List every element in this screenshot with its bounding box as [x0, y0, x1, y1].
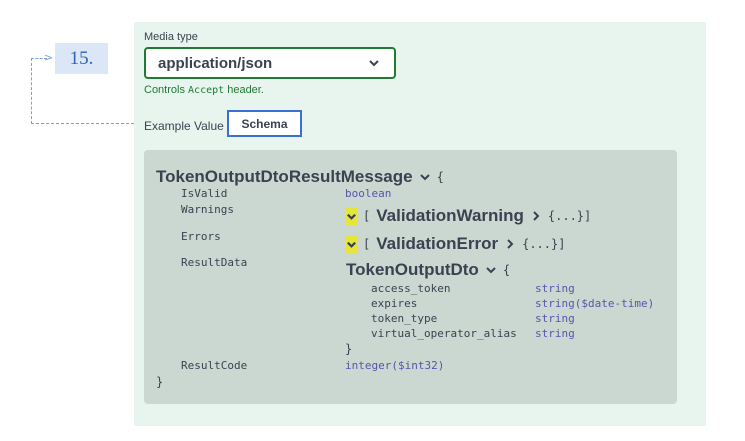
field-type-resultcode: integer($int32) — [345, 359, 445, 372]
nested-field-name-access-token: access_token — [371, 282, 451, 295]
nested-field-name-virtual-operator-alias: virtual_operator_alias — [371, 327, 517, 340]
chevron-down-icon — [347, 241, 356, 248]
model-token-output-dto: TokenOutputDto — [346, 260, 479, 279]
chevron-right-icon[interactable] — [504, 238, 516, 250]
media-type-value: application/json — [158, 54, 273, 72]
close-brace: } — [156, 375, 164, 389]
nested-field-type-expires: string($date-time) — [535, 297, 655, 310]
nested-field-type-virtual-operator-alias: string — [535, 327, 575, 340]
media-type-select[interactable]: application/json — [144, 47, 396, 79]
field-model-warnings[interactable]: [ ValidationWarning {...}] — [346, 206, 591, 226]
annotation-connector-vertical — [31, 58, 32, 124]
step-number-badge: 15. — [55, 43, 108, 74]
response-media-panel: Media type application/json Controls Acc… — [134, 22, 706, 426]
field-type-isvalid: boolean — [345, 187, 392, 200]
collapsed-object: {...}] — [522, 237, 566, 251]
chevron-down-icon — [369, 60, 379, 67]
chevron-right-icon[interactable] — [530, 210, 542, 222]
model-validation-error: ValidationError — [376, 234, 499, 253]
chevron-down-icon[interactable] — [485, 264, 497, 276]
field-name-resultcode: ResultCode — [181, 359, 248, 372]
field-name-isvalid: IsValid — [181, 187, 228, 200]
annotation-arrow-icon: > — [44, 51, 54, 64]
tab-schema[interactable]: Schema — [227, 110, 302, 137]
model-title-row[interactable]: TokenOutputDtoResultMessage { — [156, 167, 444, 187]
field-name-resultdata: ResultData — [181, 256, 248, 269]
field-model-errors[interactable]: [ ValidationError {...}] — [346, 234, 565, 254]
field-name-errors: Errors — [181, 230, 221, 243]
schema-model-box: TokenOutputDtoResultMessage { IsValid bo… — [144, 150, 677, 404]
model-validation-warning: ValidationWarning — [376, 206, 524, 225]
collapsed-object: {...}] — [547, 209, 592, 223]
accept-header-note: Controls Accept header. — [144, 84, 264, 96]
expand-highlight[interactable] — [346, 235, 357, 253]
chevron-down-icon — [347, 213, 356, 220]
tab-example-value[interactable]: Example Value — [144, 117, 231, 135]
media-type-label: Media type — [144, 31, 198, 43]
field-name-warnings: Warnings — [181, 203, 234, 216]
expand-chevron-down-icon[interactable] — [419, 171, 431, 183]
nested-close-brace: } — [345, 342, 353, 356]
field-model-resultdata[interactable]: TokenOutputDto { — [346, 260, 510, 280]
model-title: TokenOutputDtoResultMessage — [156, 167, 413, 186]
nested-field-type-access-token: string — [535, 282, 575, 295]
nested-field-name-token-type: token_type — [371, 312, 438, 325]
nested-field-type-token-type: string — [535, 312, 575, 325]
open-brace: { — [436, 170, 444, 184]
expand-highlight[interactable] — [346, 207, 357, 225]
nested-field-name-expires: expires — [371, 297, 418, 310]
accept-code: Accept — [188, 85, 225, 96]
